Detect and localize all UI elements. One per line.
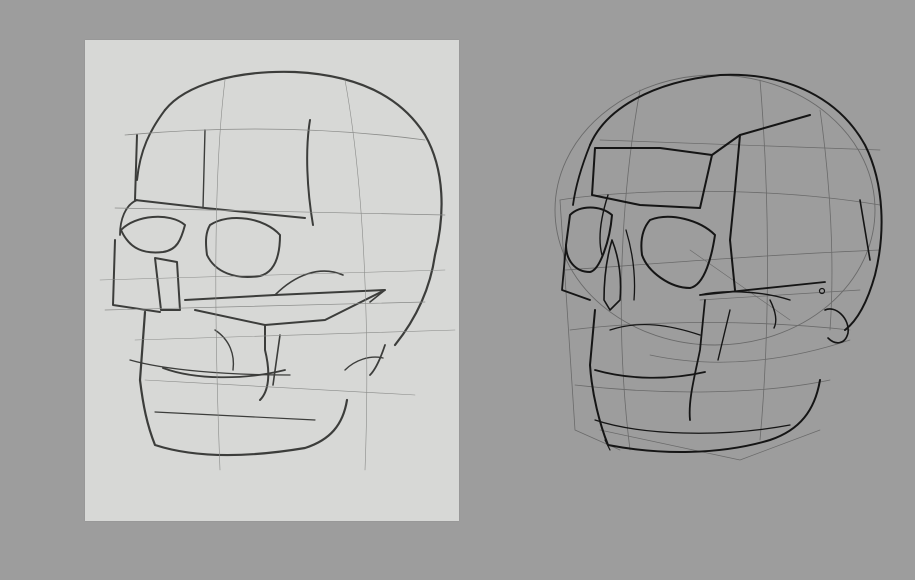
paper-sheet bbox=[85, 40, 459, 521]
ink-contours bbox=[561, 73, 883, 453]
pencil-skull-sketch bbox=[85, 40, 459, 521]
construction-lines bbox=[554, 74, 881, 461]
artwork-canvas bbox=[0, 0, 915, 580]
